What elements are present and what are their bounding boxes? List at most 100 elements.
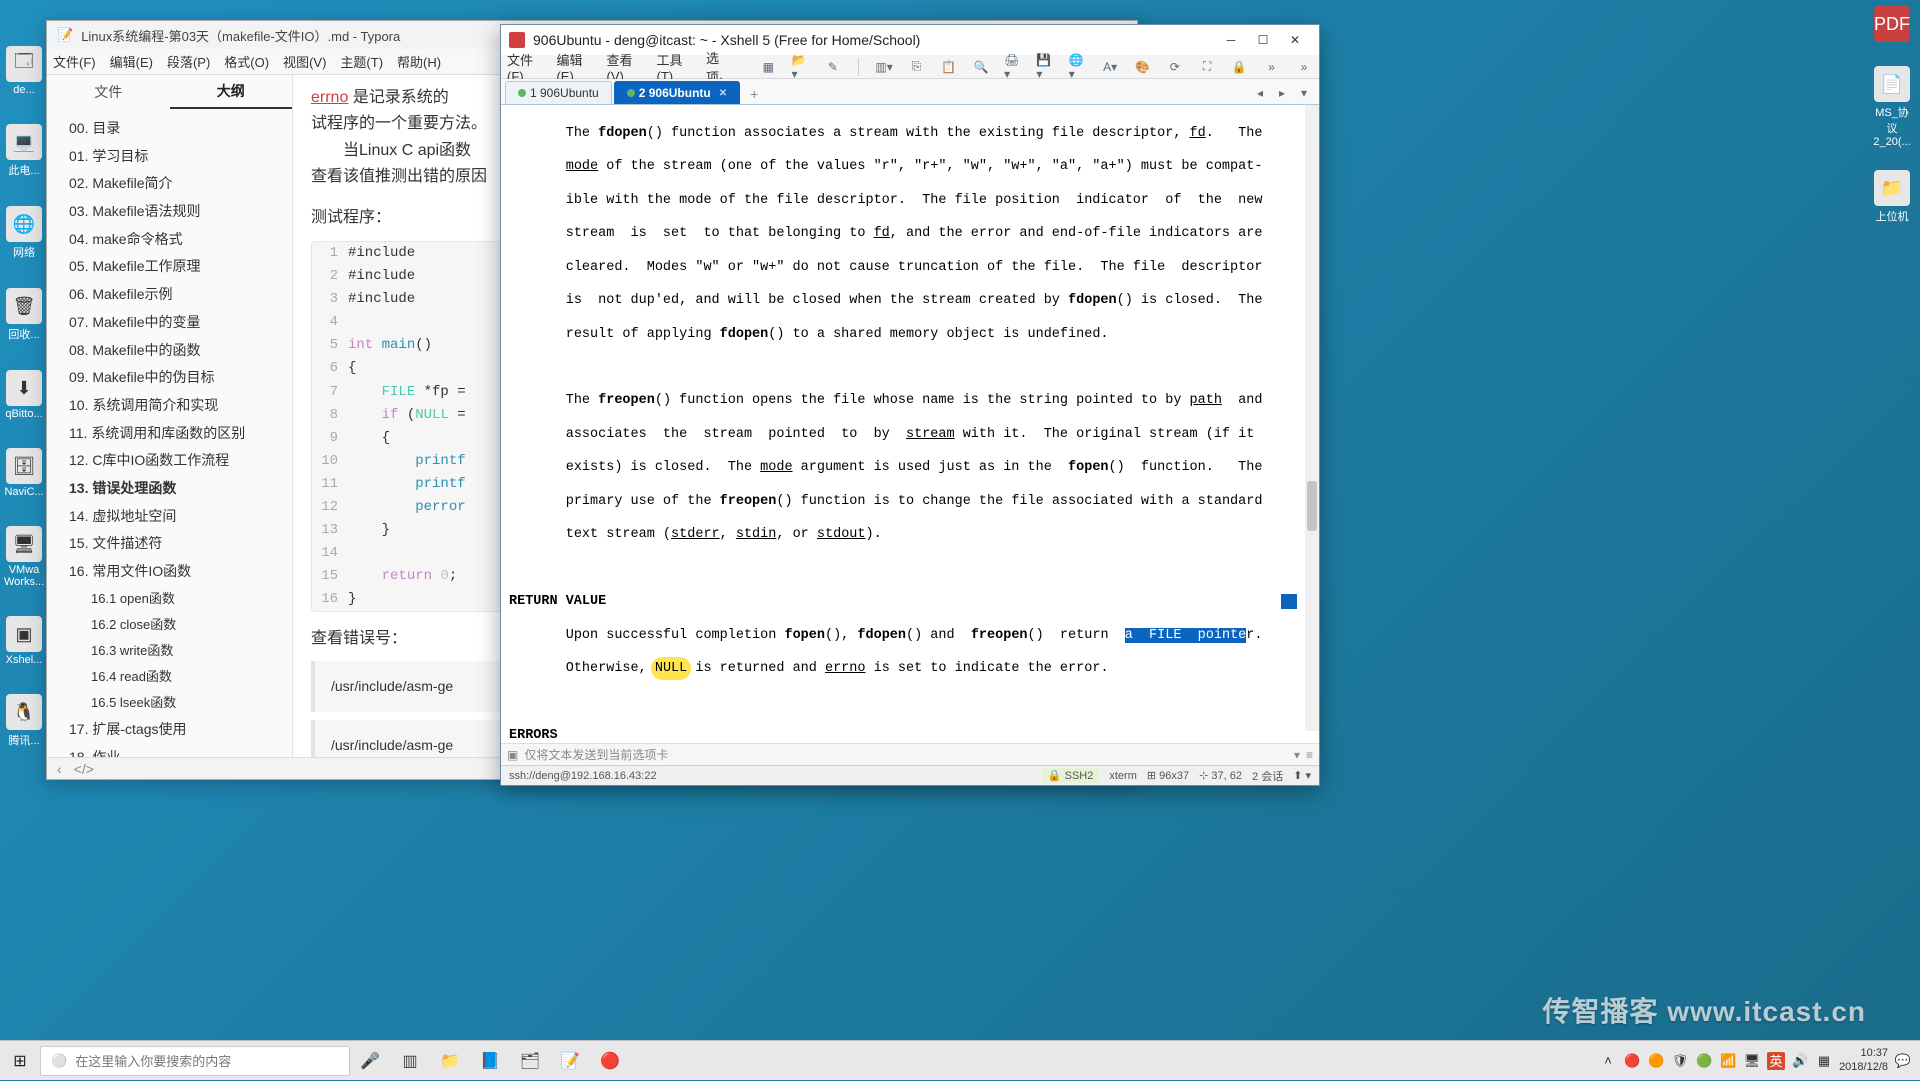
tray-icon[interactable]: 🟢 xyxy=(1695,1052,1713,1070)
outline-item[interactable]: 16.3 write函数 xyxy=(47,638,292,664)
new-session-icon[interactable]: ▦ xyxy=(759,56,777,78)
globe-icon[interactable]: 🌐▾ xyxy=(1069,56,1087,78)
tab-nav-left-icon[interactable]: ◂ xyxy=(1249,82,1271,104)
desktop-icon[interactable]: ▣Xshel... xyxy=(4,616,44,666)
menu-view[interactable]: 视图(V) xyxy=(283,52,326,71)
outline-item[interactable]: 07. Makefile中的变量 xyxy=(47,309,292,337)
outline-item[interactable]: 06. Makefile示例 xyxy=(47,281,292,309)
desktop-icon[interactable]: ⬇qBitto... xyxy=(4,370,44,420)
taskbar-app[interactable]: 📝 xyxy=(550,1041,590,1081)
new-tab-button[interactable]: + xyxy=(742,84,766,104)
close-button[interactable]: ✕ xyxy=(1279,30,1311,50)
code-mode-icon[interactable]: </> xyxy=(74,761,94,777)
menu-file[interactable]: 文件(F) xyxy=(53,52,96,71)
outline-item[interactable]: 00. 目录 xyxy=(47,115,292,143)
desktop-icon[interactable]: PDF xyxy=(1872,6,1912,44)
outline-item[interactable]: 16. 常用文件IO函数 xyxy=(47,558,292,586)
more-icon[interactable]: » xyxy=(1262,56,1280,78)
menu-help[interactable]: 帮助(H) xyxy=(397,52,441,71)
menu-theme[interactable]: 主题(T) xyxy=(340,52,383,71)
open-icon[interactable]: 📂▾ xyxy=(792,56,810,78)
minimize-button[interactable]: ─ xyxy=(1215,30,1247,50)
desktop-icon[interactable]: 💻此电... xyxy=(4,124,44,178)
outline-item[interactable]: 16.2 close函数 xyxy=(47,612,292,638)
outline-item[interactable]: 14. 虚拟地址空间 xyxy=(47,503,292,531)
outline-item[interactable]: 09. Makefile中的伪目标 xyxy=(47,364,292,392)
more2-icon[interactable]: » xyxy=(1295,56,1313,78)
desktop-icon[interactable]: 📁上位机 xyxy=(1872,170,1912,224)
send-mode-icon[interactable]: ▣ xyxy=(507,748,518,762)
taskbar-search[interactable]: ⚪ 在这里输入你要搜索的内容 xyxy=(40,1046,350,1076)
tray-icon[interactable]: ▦ xyxy=(1815,1052,1833,1070)
outline-item[interactable]: 16.1 open函数 xyxy=(47,586,292,612)
start-button[interactable]: ⊞ xyxy=(0,1041,40,1081)
find-icon[interactable]: 🔍 xyxy=(972,56,990,78)
outline-item[interactable]: 02. Makefile简介 xyxy=(47,170,292,198)
menu-paragraph[interactable]: 段落(P) xyxy=(167,52,210,71)
outline-item[interactable]: 13. 错误处理函数 xyxy=(47,475,292,503)
outline-item[interactable]: 05. Makefile工作原理 xyxy=(47,253,292,281)
desktop-icon[interactable]: 🐧腾讯... xyxy=(4,694,44,748)
terminal[interactable]: The fdopen() function associates a strea… xyxy=(501,105,1319,743)
color-icon[interactable]: 🎨 xyxy=(1133,56,1151,78)
desktop-icon[interactable]: 🌐网络 xyxy=(4,206,44,260)
transfer-icon[interactable]: ⟳ xyxy=(1166,56,1184,78)
paste-icon[interactable]: 📋 xyxy=(940,56,958,78)
back-icon[interactable]: ‹ xyxy=(57,761,62,777)
font-icon[interactable]: A▾ xyxy=(1101,56,1119,78)
desktop-icon[interactable]: 🗑回收... xyxy=(4,288,44,342)
outline-item[interactable]: 04. make命令格式 xyxy=(47,226,292,254)
taskbar-app[interactable]: 🗂 xyxy=(510,1041,550,1081)
sidebar-tab-outline[interactable]: 大纲 xyxy=(170,75,293,109)
menu-icon[interactable]: ≡ xyxy=(1306,748,1313,762)
outline-item[interactable]: 08. Makefile中的函数 xyxy=(47,337,292,365)
outline-item[interactable]: 16.4 read函数 xyxy=(47,664,292,690)
tray-icon[interactable]: 🔴 xyxy=(1623,1052,1641,1070)
tray-icon[interactable]: 🛡 xyxy=(1671,1052,1689,1070)
outline-item[interactable]: 03. Makefile语法规则 xyxy=(47,198,292,226)
desktop-icon[interactable]: 🗄NaviC... xyxy=(4,448,44,498)
menu-format[interactable]: 格式(O) xyxy=(224,52,269,71)
clock-time[interactable]: 10:37 xyxy=(1860,1047,1888,1060)
copy-icon[interactable]: ⎘ xyxy=(907,56,925,78)
menu-edit[interactable]: 编辑(E) xyxy=(110,52,153,71)
input-bar[interactable]: ▣ 仅将文本发送到当前选项卡 ▾ ≡ xyxy=(501,743,1319,765)
tray-volume-icon[interactable]: 🔊 xyxy=(1791,1052,1809,1070)
dropdown-icon[interactable]: ▾ xyxy=(1294,748,1300,762)
outline-item[interactable]: 10. 系统调用简介和实现 xyxy=(47,392,292,420)
tray-icon[interactable]: 📶 xyxy=(1719,1052,1737,1070)
outline-item[interactable]: 11. 系统调用和库函数的区别 xyxy=(47,420,292,448)
desktop-icon[interactable]: 🖥VMwa Works... xyxy=(4,526,44,588)
save-icon[interactable]: 💾▾ xyxy=(1036,56,1054,78)
layout-icon[interactable]: ▥▾ xyxy=(875,56,893,78)
tab-list-icon[interactable]: ▾ xyxy=(1293,82,1315,104)
fullscreen-icon[interactable]: ⛶ xyxy=(1198,56,1216,78)
cortana-mic-icon[interactable]: 🎤 xyxy=(350,1041,390,1081)
tray-icon[interactable]: 🖥 xyxy=(1743,1052,1761,1070)
taskbar-app[interactable]: 📁 xyxy=(430,1041,470,1081)
taskbar-app[interactable]: 🔴 xyxy=(590,1041,630,1081)
tray-icon[interactable]: 🟠 xyxy=(1647,1052,1665,1070)
desktop-icon[interactable]: 📄MS_协议 2_20(... xyxy=(1872,66,1912,148)
lock-icon[interactable]: 🔒 xyxy=(1230,56,1248,78)
desktop-icon[interactable]: 🗔de... xyxy=(4,46,44,96)
session-tab-1[interactable]: 1 906Ubuntu xyxy=(505,81,612,104)
notifications-icon[interactable]: 💬 xyxy=(1894,1052,1912,1070)
maximize-button[interactable]: ☐ xyxy=(1247,30,1279,50)
outline-item[interactable]: 01. 学习目标 xyxy=(47,143,292,171)
session-tab-2[interactable]: 2 906Ubuntu✕ xyxy=(614,81,740,104)
wand-icon[interactable]: ✎ xyxy=(824,56,842,78)
print-icon[interactable]: 🖨▾ xyxy=(1004,56,1022,78)
task-view-icon[interactable]: ▥ xyxy=(390,1041,430,1081)
outline-item[interactable]: 17. 扩展-ctags使用 xyxy=(47,716,292,744)
ime-indicator[interactable]: 英 xyxy=(1767,1052,1785,1070)
outline-item[interactable]: 12. C库中IO函数工作流程 xyxy=(47,447,292,475)
tray-up-icon[interactable]: ˄ xyxy=(1599,1052,1617,1070)
sidebar-tab-files[interactable]: 文件 xyxy=(47,75,170,109)
tab-close-icon[interactable]: ✕ xyxy=(719,88,727,99)
terminal-scrollbar[interactable] xyxy=(1305,105,1319,731)
taskbar-app[interactable]: 📘 xyxy=(470,1041,510,1081)
clock-date[interactable]: 2018/12/8 xyxy=(1839,1061,1888,1074)
outline-item[interactable]: 15. 文件描述符 xyxy=(47,530,292,558)
tab-nav-right-icon[interactable]: ▸ xyxy=(1271,82,1293,104)
